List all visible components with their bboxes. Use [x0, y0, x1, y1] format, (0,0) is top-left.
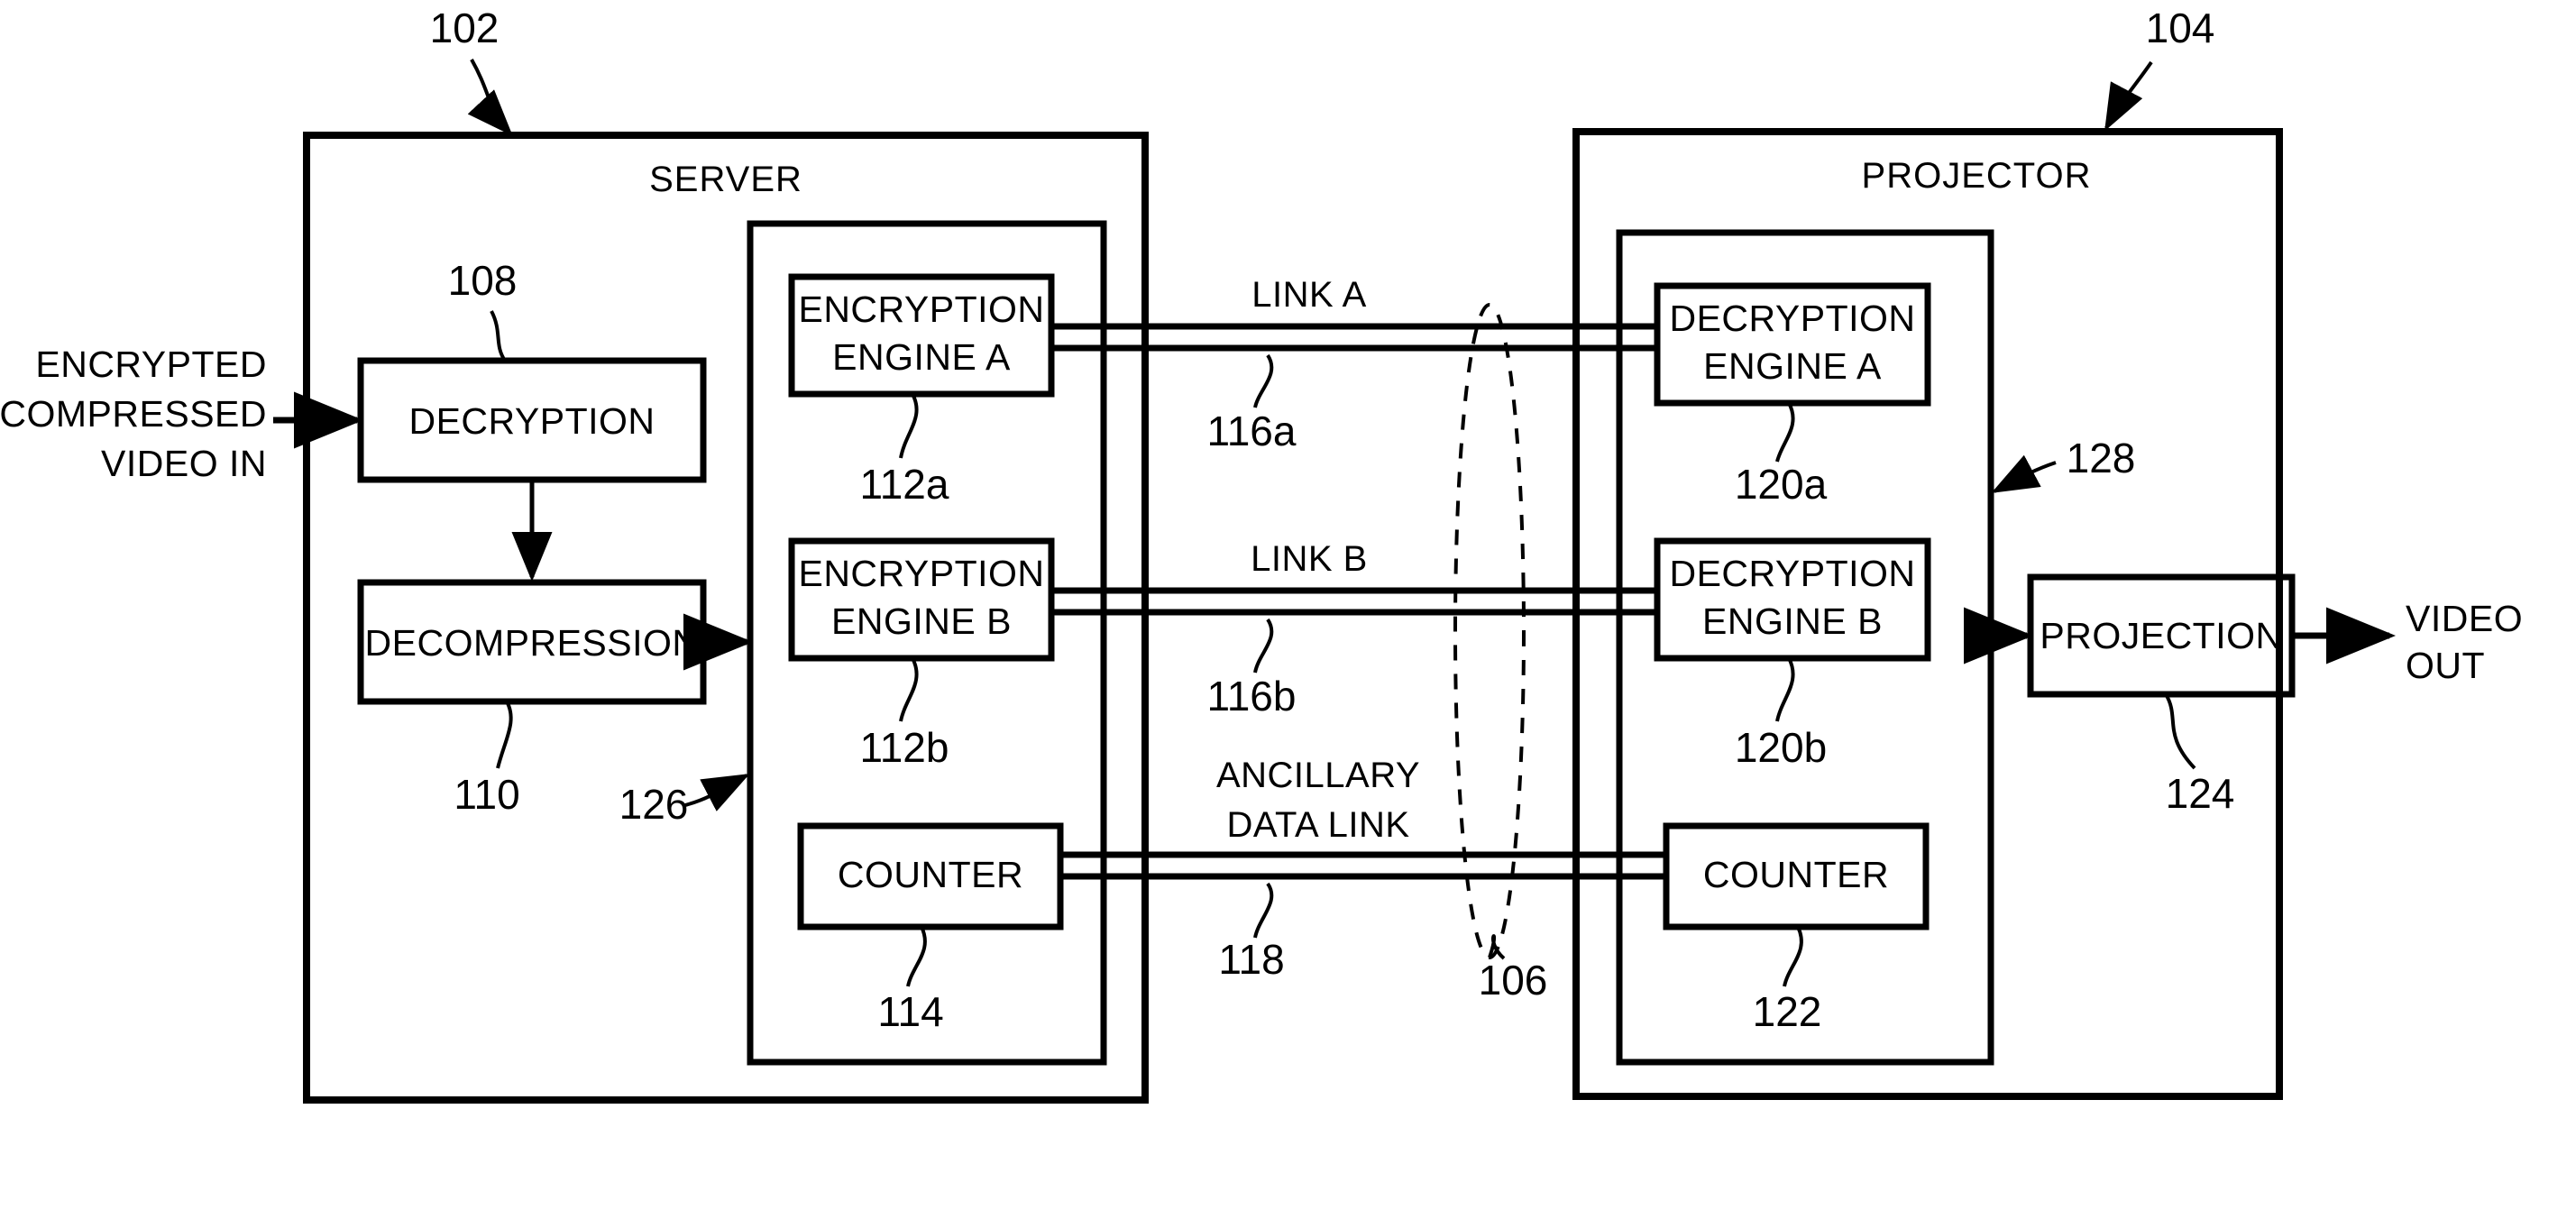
projector-title: PROJECTOR: [1862, 156, 2092, 196]
encryption-engine-a-label-line1: ENCRYPTION: [798, 289, 1044, 330]
decryption-engine-a-label-line2: ENGINE A: [1703, 345, 1882, 387]
decryption-engine-b-label-line2: ENGINE B: [1702, 600, 1883, 642]
link-bundle-ellipse: [1453, 303, 1526, 959]
ref-112b-callout: 112b: [860, 657, 949, 771]
ref-124-label: 124: [2166, 770, 2235, 817]
ref-120a-leader-line: [1775, 402, 1795, 463]
server-counter-block: COUNTER: [797, 822, 1064, 930]
ref-124-callout: 124: [2164, 692, 2235, 817]
decompression-label: DECOMPRESSION: [365, 622, 700, 664]
ref-106-label: 106: [1479, 957, 1548, 1004]
ref-104-callout: 104: [2104, 5, 2215, 132]
ref-126-leader-line: [684, 774, 750, 811]
input-label-group: ENCRYPTED COMPRESSED VIDEO IN: [0, 344, 267, 484]
ref-108-callout: 108: [448, 257, 518, 362]
ref-116b-leader-line: [1253, 618, 1274, 674]
encryption-engine-b-label-line1: ENCRYPTION: [798, 553, 1044, 594]
ref-128-label: 128: [2067, 435, 2136, 481]
encryption-engine-b-label-line2: ENGINE B: [831, 600, 1012, 642]
decryption-engine-b-block: DECRYPTION ENGINE B: [1654, 537, 1931, 662]
decryption-engine-a-label-line1: DECRYPTION: [1669, 298, 1915, 339]
ref-108-leader-line: [490, 310, 507, 362]
ref-122-callout: 122: [1753, 926, 1822, 1035]
link-a-label: LINK A: [1251, 275, 1367, 315]
ref-120b-callout: 120b: [1735, 657, 1827, 771]
ref-126-label: 126: [619, 781, 689, 828]
input-label-line3: VIDEO IN: [101, 443, 267, 484]
ref-120a-label: 120a: [1735, 461, 1828, 508]
server-title: SERVER: [649, 160, 802, 199]
ref-112b-leader-line: [899, 657, 919, 722]
ref-110-callout: 110: [454, 701, 520, 818]
ref-106-leader-line: [1488, 934, 1506, 960]
decryption-label: DECRYPTION: [408, 400, 655, 442]
ref-104-leader-line: [2104, 60, 2153, 132]
input-label-line2: COMPRESSED: [0, 393, 267, 435]
projection-block: PROJECTION: [2027, 573, 2296, 698]
ref-102-label: 102: [430, 5, 500, 51]
ref-102-leader-line: [467, 59, 513, 136]
patent-block-diagram: SERVER 102 DECRYPTION 108 DECOMPRESSION …: [0, 5, 2523, 1104]
ref-112b-label: 112b: [860, 724, 949, 771]
ref-120b-label: 120b: [1735, 724, 1827, 771]
projection-label: PROJECTION: [2040, 615, 2282, 656]
encryption-engine-a-block: ENCRYPTION ENGINE A: [788, 273, 1055, 398]
ref-114-callout: 114: [877, 926, 944, 1035]
encryption-engine-a-label-line2: ENGINE A: [832, 336, 1011, 378]
ref-120a-callout: 120a: [1735, 402, 1828, 508]
ref-116b-label: 116b: [1207, 673, 1297, 719]
ref-124-leader-line: [2164, 692, 2196, 770]
ref-116a-label: 116a: [1207, 408, 1297, 454]
ref-112a-leader-line: [899, 393, 919, 459]
projector-counter-block: COUNTER: [1663, 822, 1930, 930]
ref-114-leader-line: [906, 926, 927, 987]
ref-110-leader-line: [496, 701, 513, 769]
ancillary-link-label-line2: DATA LINK: [1226, 805, 1409, 845]
ref-122-leader-line: [1783, 926, 1803, 987]
ref-118-label: 118: [1218, 936, 1284, 983]
ref-128-callout: 128: [1991, 435, 2136, 493]
ref-112a-callout: 112a: [860, 393, 949, 508]
ref-102-callout: 102: [430, 5, 513, 136]
patent-figure-canvas: SERVER 102 DECRYPTION 108 DECOMPRESSION …: [0, 0, 2576, 1219]
ancillary-link-label-line1: ANCILLARY: [1216, 756, 1420, 795]
ref-128-leader-line: [1991, 454, 2057, 493]
ref-126-callout: 126: [619, 774, 750, 828]
server-decompression-block: DECOMPRESSION: [357, 579, 707, 705]
output-label-line2: OUT: [2406, 645, 2485, 686]
ref-122-label: 122: [1753, 988, 1822, 1035]
projector-counter-label: COUNTER: [1703, 854, 1889, 895]
decryption-engine-a-block: DECRYPTION ENGINE A: [1654, 282, 1931, 407]
ref-104-label: 104: [2146, 5, 2215, 51]
ref-116a-leader-line: [1253, 353, 1274, 408]
server-counter-label: COUNTER: [838, 854, 1023, 895]
ref-112a-label: 112a: [860, 461, 949, 508]
input-label-line1: ENCRYPTED: [35, 344, 267, 385]
server-decryption-block: DECRYPTION: [357, 357, 707, 483]
link-b-label: LINK B: [1251, 539, 1368, 579]
ref-120b-leader-line: [1775, 657, 1795, 722]
ref-108-label: 108: [448, 257, 518, 304]
output-label-group: VIDEO OUT: [2406, 598, 2523, 686]
ref-114-label: 114: [877, 988, 943, 1035]
ref-110-label: 110: [454, 771, 519, 818]
encryption-engine-b-block: ENCRYPTION ENGINE B: [788, 537, 1055, 662]
decryption-engine-b-label-line1: DECRYPTION: [1669, 553, 1915, 594]
ref-118-leader-line: [1253, 882, 1274, 939]
output-label-line1: VIDEO: [2406, 598, 2523, 639]
link-bundle-ellipse-group: 106: [1453, 303, 1548, 1004]
